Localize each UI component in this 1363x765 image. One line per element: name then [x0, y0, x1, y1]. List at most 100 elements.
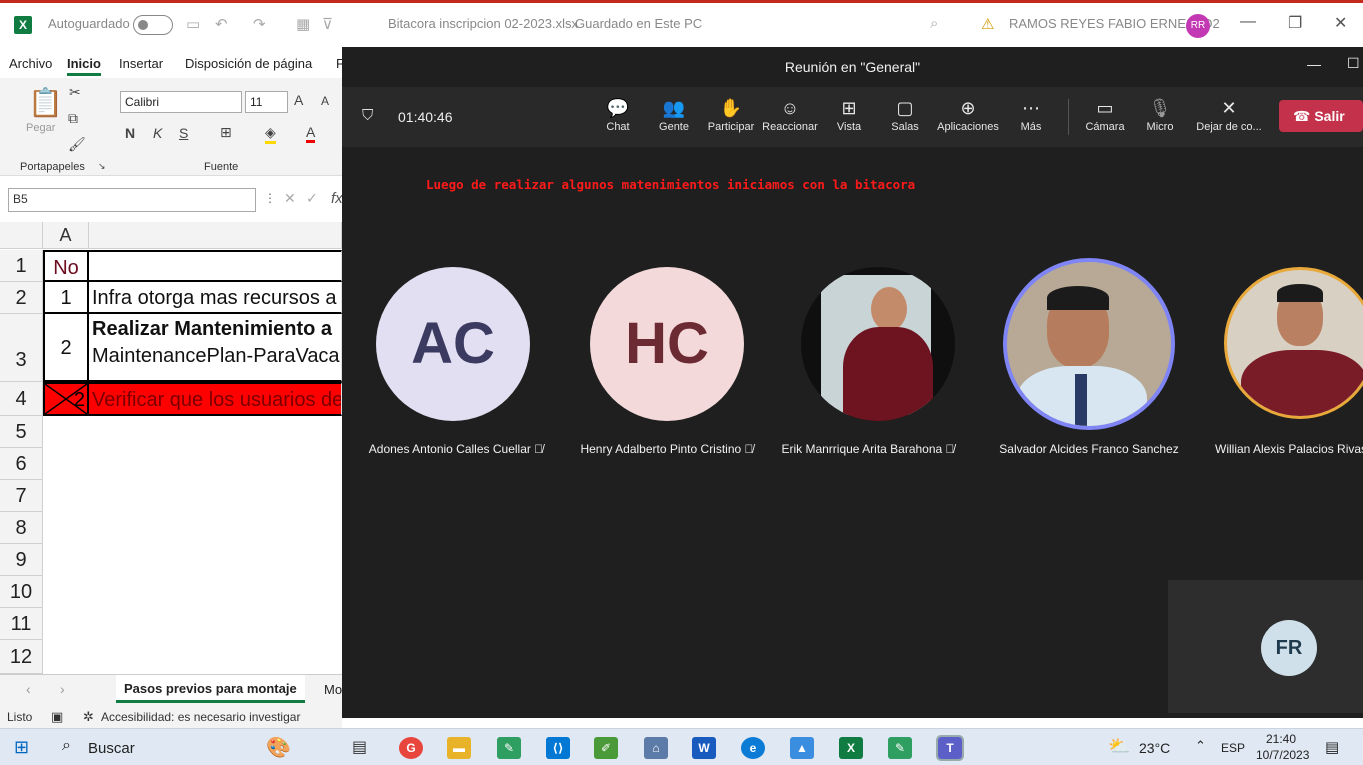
- cell-a4[interactable]: 2: [43, 382, 89, 416]
- maximize-icon[interactable]: ☐: [1347, 55, 1360, 72]
- network-icon[interactable]: ⌂: [644, 737, 668, 759]
- notifications-icon[interactable]: ▤: [1325, 738, 1339, 756]
- table-icon[interactable]: ▦: [296, 15, 310, 33]
- bold-button[interactable]: N: [125, 125, 135, 141]
- participant-tile[interactable]: [773, 267, 983, 421]
- react-button[interactable]: ☺ Reaccionar: [760, 97, 820, 133]
- shrink-font-button[interactable]: A: [321, 94, 329, 108]
- column-header-b[interactable]: [89, 222, 342, 249]
- app-icon[interactable]: ✎: [888, 737, 912, 759]
- sheet-tab-active[interactable]: Pasos previos para montaje: [116, 675, 305, 703]
- taskbar-search[interactable]: Buscar: [88, 740, 135, 757]
- spreadsheet-grid[interactable]: A 1 2 3 4 5 6 7 8 9 10 11 12 No 1 Infra …: [0, 222, 342, 674]
- people-button[interactable]: 👥 Gente: [644, 97, 704, 133]
- format-painter-icon[interactable]: 🖌: [68, 136, 86, 153]
- raise-hand-button[interactable]: ✋ Participar: [701, 97, 761, 133]
- mic-button[interactable]: 🎙 Micro: [1130, 97, 1190, 133]
- rooms-button[interactable]: ▢ Salas: [875, 97, 935, 133]
- task-view-icon[interactable]: ▤: [352, 737, 367, 757]
- font-size-select[interactable]: 11: [245, 91, 288, 113]
- accessibility-status[interactable]: Accesibilidad: es necesario investigar: [101, 710, 300, 724]
- cell-b4[interactable]: Verificar que los usuarios de: [89, 382, 342, 416]
- chrome-icon[interactable]: G: [399, 737, 423, 759]
- participant-tile[interactable]: AC: [348, 267, 558, 421]
- minimize-icon[interactable]: —: [1307, 56, 1321, 72]
- clock-time[interactable]: 21:40: [1266, 732, 1296, 746]
- teams-icon[interactable]: T: [936, 735, 964, 761]
- chevron-right-icon[interactable]: ›: [60, 681, 65, 697]
- cancel-icon[interactable]: ✕: [284, 190, 296, 207]
- tab-insertar[interactable]: Insertar: [119, 56, 163, 71]
- tab-disposicion[interactable]: Disposición de página: [185, 56, 312, 71]
- search-icon[interactable]: ⌕: [62, 737, 71, 755]
- language-indicator[interactable]: ESP: [1221, 741, 1245, 755]
- macro-icon[interactable]: ▣: [51, 709, 63, 725]
- view-button[interactable]: ⊞ Vista: [819, 97, 879, 133]
- cell-b1[interactable]: [89, 250, 342, 282]
- autosave-toggle[interactable]: [133, 15, 173, 35]
- tab-archivo[interactable]: Archivo: [9, 56, 52, 71]
- search-icon[interactable]: ⌕: [930, 15, 938, 32]
- save-state[interactable]: Guardado en Este PC: [575, 16, 702, 31]
- copy-icon[interactable]: ⧉: [68, 110, 78, 127]
- borders-icon[interactable]: ⊞: [220, 124, 232, 141]
- paste-label[interactable]: Pegar: [26, 122, 55, 134]
- chevron-left-icon[interactable]: ‹: [26, 681, 31, 697]
- row-header[interactable]: 5: [0, 416, 43, 448]
- enter-icon[interactable]: ✓: [306, 190, 318, 207]
- accessibility-icon[interactable]: ✲: [83, 709, 94, 725]
- photos-icon[interactable]: ▲: [790, 737, 814, 759]
- row-header[interactable]: 6: [0, 448, 43, 480]
- windows-start-icon[interactable]: ⊞: [14, 737, 29, 758]
- camera-button[interactable]: ▭ Cámara: [1075, 97, 1135, 133]
- cell-b3[interactable]: Realizar Mantenimiento a MaintenancePlan…: [89, 314, 342, 382]
- row-header[interactable]: 3: [0, 314, 43, 382]
- shield-icon[interactable]: ⛉: [362, 107, 373, 124]
- leave-button[interactable]: ☎ Salir: [1279, 100, 1363, 132]
- dialog-launcher-icon[interactable]: ↘: [98, 161, 106, 172]
- underline-button[interactable]: S: [179, 125, 188, 141]
- row-header[interactable]: 10: [0, 576, 43, 608]
- apps-button[interactable]: ⊕ Aplicaciones: [934, 97, 1002, 133]
- restore-icon[interactable]: ❐: [1288, 13, 1302, 33]
- row-header[interactable]: 11: [0, 608, 43, 640]
- row-header[interactable]: 7: [0, 480, 43, 512]
- vscode-icon[interactable]: ⟨⟩: [546, 737, 570, 759]
- cell-b2[interactable]: Infra otorga mas recursos a: [89, 282, 342, 314]
- tab-inicio[interactable]: Inicio: [67, 56, 101, 76]
- participant-tile[interactable]: [984, 258, 1194, 430]
- font-color-button[interactable]: A: [306, 124, 316, 143]
- cell-a3[interactable]: 2: [43, 314, 89, 382]
- font-name-select[interactable]: Calibri: [120, 91, 242, 113]
- self-video-tile[interactable]: FR: [1168, 580, 1363, 713]
- app-icon[interactable]: ✎: [497, 737, 521, 759]
- cell-a2[interactable]: 1: [43, 282, 89, 314]
- chat-button[interactable]: 💬 Chat: [588, 97, 648, 133]
- weather-icon[interactable]: ⛅: [1108, 736, 1130, 757]
- paste-icon[interactable]: 📋: [28, 86, 63, 119]
- participant-tile[interactable]: HC: [562, 267, 772, 421]
- row-header[interactable]: 12: [0, 640, 43, 674]
- cut-icon[interactable]: ✂: [69, 84, 81, 101]
- row-header[interactable]: 1: [0, 250, 43, 282]
- search-highlight-icon[interactable]: 🎨: [266, 735, 291, 760]
- name-box[interactable]: B5: [8, 188, 256, 212]
- weather-temp[interactable]: 23°C: [1139, 740, 1170, 756]
- file-explorer-icon[interactable]: ▬: [447, 737, 471, 759]
- row-header[interactable]: 9: [0, 544, 43, 576]
- minimize-icon[interactable]: —: [1240, 13, 1256, 31]
- redo-icon[interactable]: ↷: [253, 15, 266, 33]
- chevron-up-icon[interactable]: ⌃: [1195, 738, 1206, 754]
- word-icon[interactable]: W: [692, 737, 716, 759]
- participant-tile[interactable]: [1204, 267, 1363, 419]
- row-header[interactable]: 2: [0, 282, 43, 314]
- sheet-tab[interactable]: Mo: [324, 682, 342, 697]
- row-header[interactable]: 4: [0, 382, 43, 416]
- close-icon[interactable]: ✕: [1334, 13, 1347, 33]
- stop-sharing-button[interactable]: ✕ Dejar de co...: [1192, 97, 1266, 133]
- column-header-a[interactable]: A: [43, 222, 89, 249]
- more-button[interactable]: ⋯ Más: [1001, 97, 1061, 133]
- select-all-corner[interactable]: [0, 222, 43, 249]
- cell-a1[interactable]: No: [43, 250, 89, 282]
- fill-color-icon[interactable]: ◈: [265, 124, 276, 144]
